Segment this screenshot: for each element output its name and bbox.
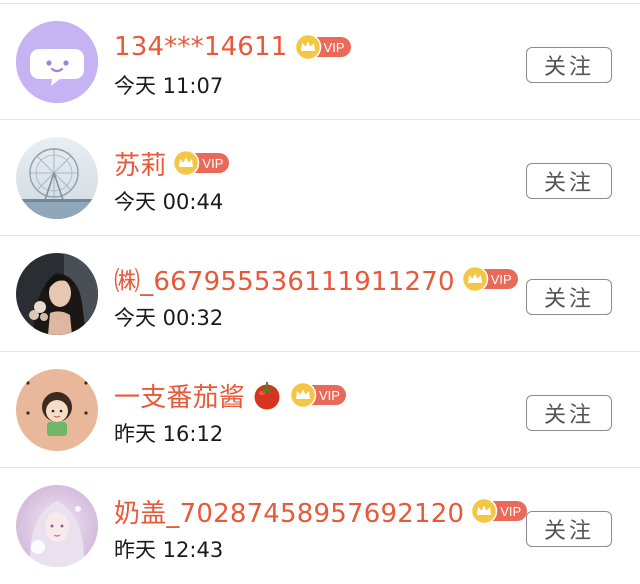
follow-list: 134***14611 VIP 今天 11:07 关注 苏莉 VIP 今天 00… [0, 0, 640, 578]
timestamp: 昨天 16:12 [114, 422, 224, 446]
vip-label: VIP [490, 271, 512, 287]
crown-icon [289, 381, 317, 409]
follow-button[interactable]: 关注 [526, 511, 612, 547]
username[interactable]: 一支番茄酱 [114, 377, 245, 414]
illustration-avatar [16, 485, 98, 567]
portrait-photo [16, 253, 98, 335]
vip-badge: VIP [173, 149, 230, 177]
vip-badge: VIP [470, 497, 528, 525]
ferris-wheel-photo [16, 137, 98, 219]
avatar[interactable] [16, 21, 98, 103]
follow-button[interactable]: 关注 [526, 279, 612, 315]
vip-label: VIP [500, 503, 522, 519]
follow-button[interactable]: 关注 [526, 47, 612, 83]
crown-icon [173, 149, 200, 177]
follow-button[interactable]: 关注 [526, 163, 612, 199]
username[interactable]: 134***14611 [114, 32, 288, 62]
vip-label: VIP [202, 155, 224, 171]
tomato-emoji [251, 379, 283, 411]
list-item[interactable]: ㈱_667955536111911270 VIP 今天 00:32 关注 [0, 236, 640, 352]
avatar[interactable] [16, 369, 98, 451]
username[interactable]: ㈱_667955536111911270 [114, 261, 455, 298]
crown-icon [461, 265, 489, 293]
avatar[interactable] [16, 485, 98, 567]
list-item[interactable]: 奶盖_70287458957692120 VIP 昨天 12:43 关注 [0, 468, 640, 584]
timestamp: 今天 00:32 [114, 306, 224, 330]
vip-badge: VIP [461, 265, 518, 293]
vip-badge: VIP [289, 381, 346, 409]
vip-label: VIP [323, 39, 345, 55]
list-item[interactable]: 134***14611 VIP 今天 11:07 关注 [0, 4, 640, 120]
vip-label: VIP [319, 387, 340, 403]
chat-bubble-avatar-icon [16, 21, 98, 103]
timestamp: 今天 00:44 [114, 190, 224, 214]
avatar[interactable] [16, 253, 98, 335]
crown-icon [470, 497, 498, 525]
timestamp: 昨天 12:43 [114, 538, 224, 562]
list-item[interactable]: 一支番茄酱 VIP 昨天 16:12 关注 [0, 352, 640, 468]
cartoon-avatar [16, 369, 98, 451]
username[interactable]: 奶盖_70287458957692120 [114, 493, 464, 530]
timestamp: 今天 11:07 [114, 74, 224, 98]
vip-badge: VIP [294, 33, 351, 61]
avatar[interactable] [16, 137, 98, 219]
follow-button[interactable]: 关注 [526, 395, 612, 431]
list-item[interactable]: 苏莉 VIP 今天 00:44 关注 [0, 120, 640, 236]
crown-icon [294, 33, 321, 61]
username[interactable]: 苏莉 [114, 145, 166, 182]
